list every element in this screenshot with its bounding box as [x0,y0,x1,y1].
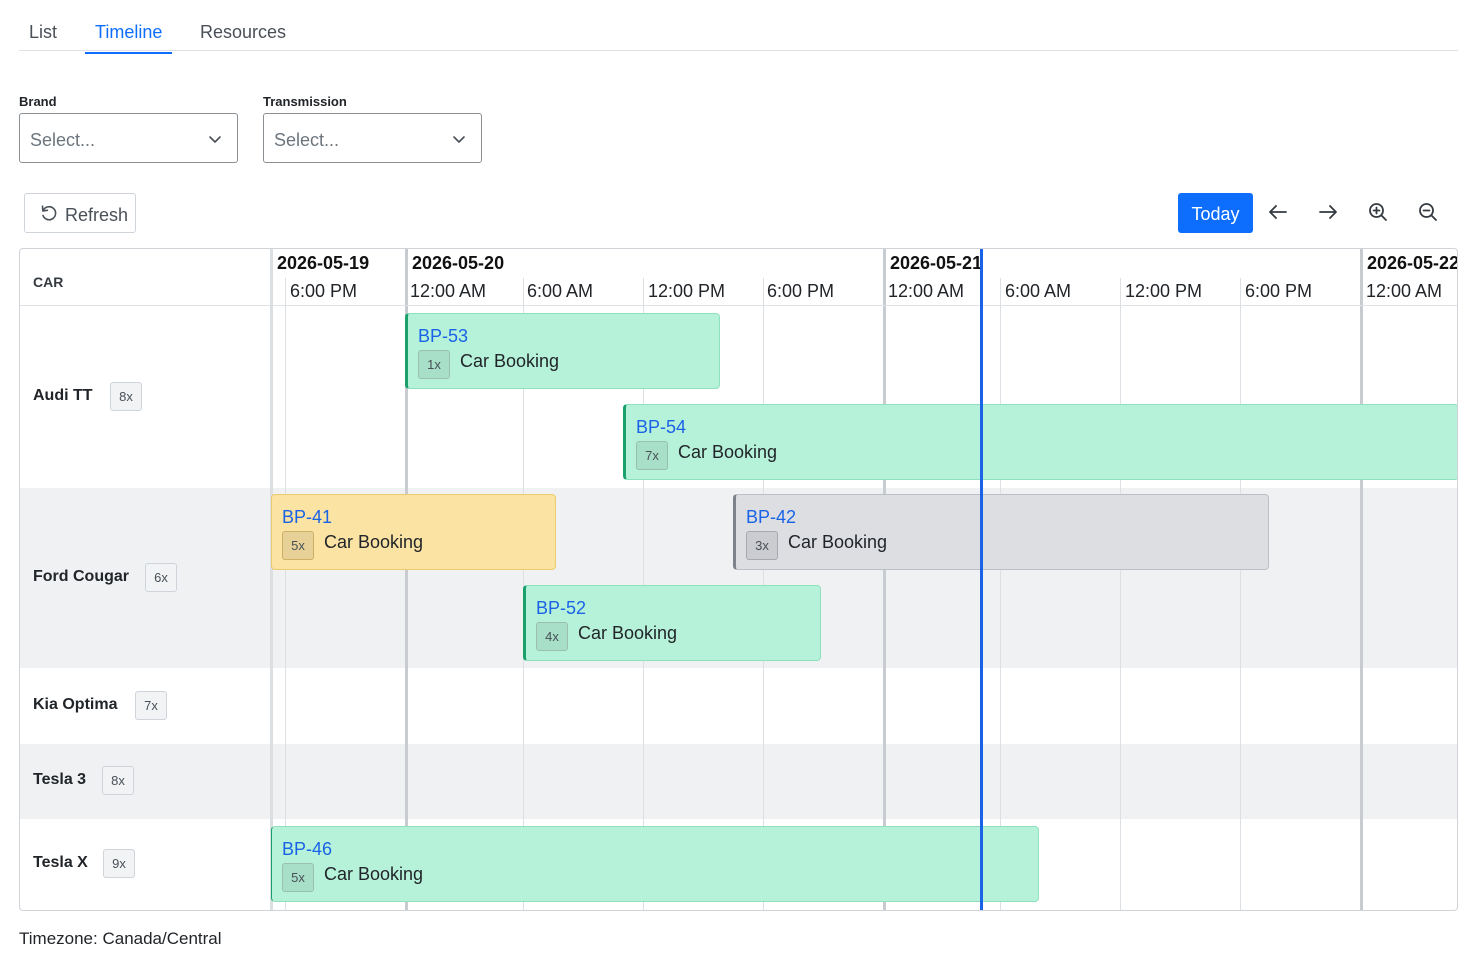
time-header: 6:00 AM [527,281,594,301]
grid-line-day [883,249,886,910]
resource-column-divider[interactable] [270,249,273,910]
brand-select-placeholder: Select... [30,130,96,150]
resource-name: Ford Cougar [33,568,129,585]
grid-line [1240,278,1241,910]
event-code[interactable]: BP-46 [282,839,332,860]
chevron-down-icon [453,136,465,143]
timeline-grid: CAR 2026-05-19 2026-05-20 2026-05-21 202… [19,248,1458,911]
resource-column-header: CAR [33,274,64,290]
brand-select[interactable]: Select... [19,113,238,163]
event-bp-41[interactable]: BP-41 5x Car Booking [271,494,556,570]
grid-line [285,278,286,910]
brand-filter-label: Brand [19,94,57,109]
arrow-left-icon[interactable] [1266,200,1290,224]
event-qty-badge: 5x [282,531,314,560]
time-header: 12:00 AM [410,281,487,301]
today-button[interactable]: Today [1178,193,1253,233]
resource-count-badge: 6x [145,563,177,592]
event-code[interactable]: BP-42 [746,507,796,528]
event-bp-46[interactable]: BP-46 5x Car Booking [271,826,1039,902]
grid-line [1000,278,1001,910]
time-header: 12:00 PM [648,281,726,301]
event-qty-badge: 1x [418,350,450,379]
view-tabs: List Timeline Resources [19,14,1458,54]
zoom-in-icon[interactable] [1366,200,1390,224]
tab-timeline[interactable]: Timeline [85,22,173,54]
time-header: 12:00 AM [1366,281,1443,301]
event-bp-54[interactable]: BP-54 7x Car Booking [623,404,1457,480]
event-title: Car Booking [324,532,424,552]
time-header: 6:00 PM [290,281,358,301]
event-code[interactable]: BP-54 [636,417,686,438]
event-qty-badge: 4x [536,622,568,651]
event-qty-badge: 7x [636,441,668,470]
zoom-out-icon[interactable] [1416,200,1440,224]
event-title: Car Booking [324,864,424,884]
row-kia-optima [20,668,1457,744]
event-bp-53[interactable]: BP-53 1x Car Booking [405,313,720,389]
event-title: Car Booking [578,623,678,643]
event-title: Car Booking [460,351,560,371]
transmission-filter-label: Transmission [263,94,347,109]
time-header: 6:00 PM [767,281,835,301]
grid-line-day [1360,249,1363,910]
event-bp-52[interactable]: BP-52 4x Car Booking [523,585,821,661]
resource-name: Tesla 3 [33,771,87,788]
header-divider [20,305,1457,306]
transmission-select-placeholder: Select... [274,130,340,150]
chevron-down-icon [209,136,221,143]
refresh-icon [41,205,57,221]
event-qty-badge: 3x [746,531,778,560]
event-qty-badge: 5x [282,863,314,892]
date-header: 2026-05-22 [1367,253,1458,273]
arrow-right-icon[interactable] [1316,200,1340,224]
resource-name: Kia Optima [33,696,118,713]
time-header: 12:00 PM [1125,281,1203,301]
time-header: 6:00 PM [1245,281,1313,301]
event-code[interactable]: BP-53 [418,326,468,347]
resource-name: Tesla X [33,854,88,871]
tab-list[interactable]: List [29,22,57,52]
time-header: 12:00 AM [888,281,965,301]
date-header: 2026-05-19 [277,253,370,273]
refresh-button[interactable]: Refresh [24,193,136,233]
refresh-button-label: Refresh [65,205,129,225]
event-code[interactable]: BP-52 [536,598,586,619]
tab-resources[interactable]: Resources [200,22,286,52]
resource-count-badge: 8x [110,382,142,411]
event-bp-42[interactable]: BP-42 3x Car Booking [733,494,1269,570]
time-header: 6:00 AM [1005,281,1072,301]
resource-name: Audi TT [33,387,93,404]
row-tesla-3 [20,744,1457,819]
event-title: Car Booking [678,442,778,462]
grid-line [1120,278,1121,910]
event-code[interactable]: BP-41 [282,507,332,528]
resource-count-badge: 7x [135,691,167,720]
date-header: 2026-05-21 [890,253,983,273]
timezone-label: Timezone: Canada/Central [19,929,222,948]
date-header: 2026-05-20 [412,253,505,273]
resource-count-badge: 8x [102,766,134,795]
resource-count-badge: 9x [103,849,135,878]
transmission-select[interactable]: Select... [263,113,482,163]
current-time-indicator [980,249,983,910]
event-title: Car Booking [788,532,888,552]
